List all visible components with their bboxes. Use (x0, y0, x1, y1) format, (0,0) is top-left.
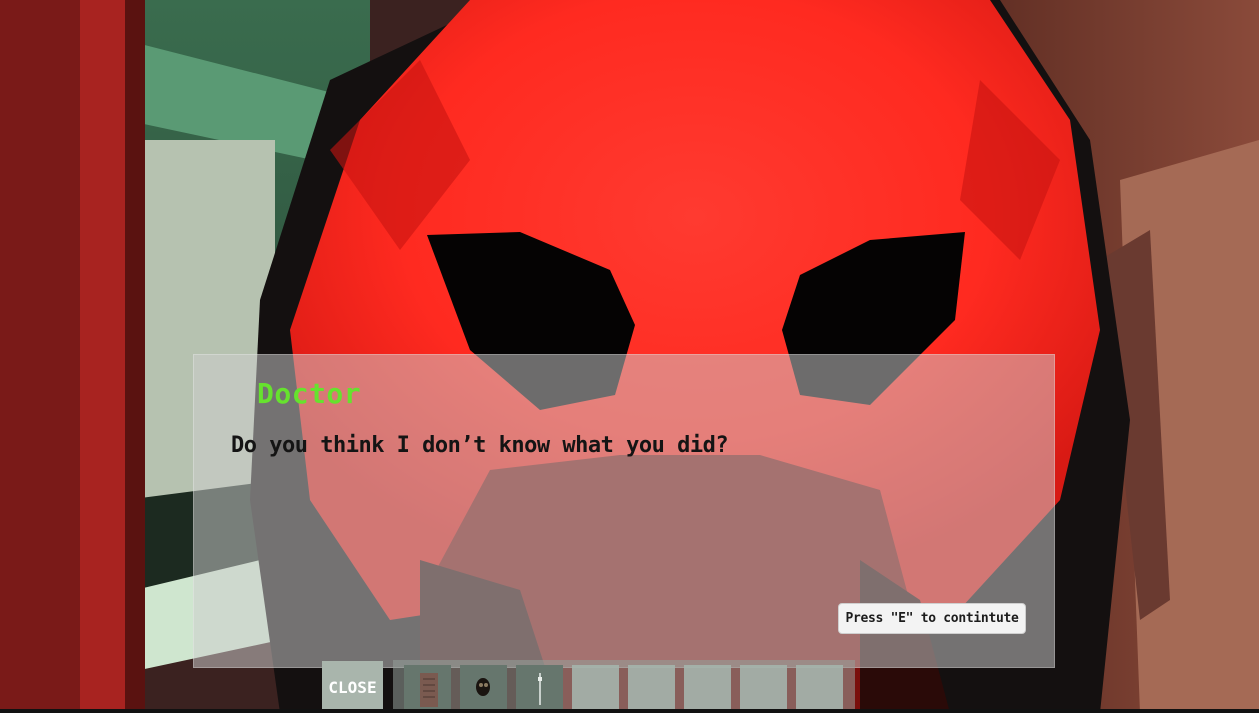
inventory-slot[interactable] (684, 665, 731, 713)
inventory-slot[interactable] (572, 665, 619, 713)
inventory-slot[interactable] (628, 665, 675, 713)
speaker-name: Doctor (257, 377, 362, 410)
continue-prompt[interactable]: Press "E" to contintute (838, 603, 1026, 634)
mask-icon (476, 678, 490, 696)
inventory-hotbar (393, 660, 855, 713)
paper-note-icon (420, 673, 438, 707)
inventory-slot[interactable] (516, 665, 563, 713)
inventory-slot[interactable] (740, 665, 787, 713)
syringe-icon (538, 673, 542, 705)
dialog-line: Do you think I don’t know what you did? (231, 433, 729, 458)
inventory-slot[interactable] (460, 665, 507, 713)
dialog-box: Doctor Do you think I don’t know what yo… (193, 354, 1055, 668)
inventory-slot[interactable] (404, 665, 451, 713)
screen-edge (0, 709, 1259, 713)
inventory-slot[interactable] (796, 665, 843, 713)
close-button[interactable]: CLOSE (322, 661, 383, 713)
